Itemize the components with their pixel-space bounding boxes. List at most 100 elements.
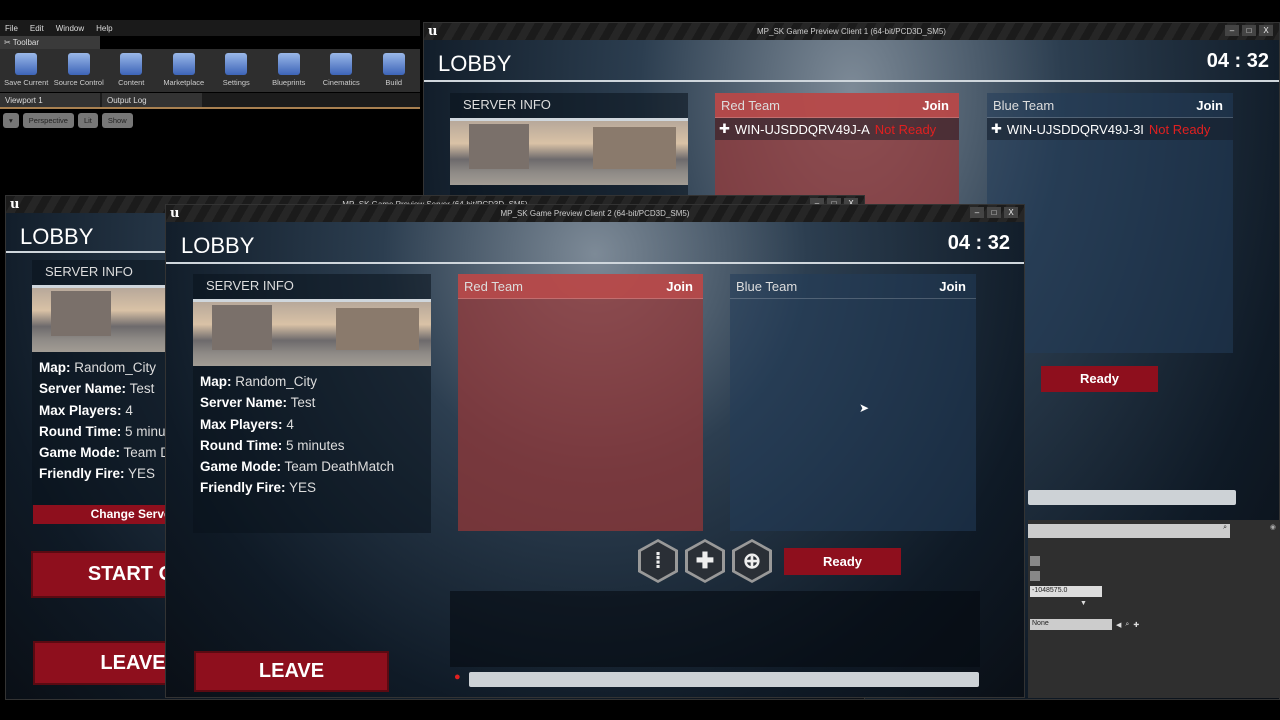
info-value: Team DeathMatch <box>284 459 395 475</box>
cinematics-icon <box>330 53 353 75</box>
lobby-title: LOBBY <box>20 224 94 249</box>
viewport-options-dropdown[interactable]: ▾ <box>3 113 19 128</box>
asset-dropdown[interactable]: None <box>1030 619 1112 630</box>
info-value: 5 minu <box>125 423 166 439</box>
lobby-title: LOBBY <box>438 51 512 76</box>
save-current-button[interactable]: Save Current <box>0 49 53 92</box>
blue-join-button[interactable]: Join <box>1196 98 1223 113</box>
viewport-tabs: Viewport 1 Output Log <box>0 93 420 109</box>
tab-viewport-1[interactable]: Viewport 1 <box>0 93 100 107</box>
editor-toolbar: Save Current Source Control Content Mark… <box>0 49 420 92</box>
menu-file[interactable]: File <box>5 24 18 33</box>
blue-team-panel: Blue Team Join <box>730 274 976 531</box>
info-key: Server Name: <box>200 395 288 411</box>
red-team-panel: Red Team Join <box>458 274 703 531</box>
close-button[interactable]: X <box>1004 207 1018 218</box>
server-info-heading: SERVER INFO <box>193 274 431 302</box>
status-badge: Not Ready <box>1148 121 1211 137</box>
ready-button[interactable]: Ready <box>784 548 901 575</box>
lobby-title: LOBBY <box>181 233 255 258</box>
label: Settings <box>222 78 250 87</box>
leave-button[interactable]: LEAVE <box>194 651 389 692</box>
lit-button[interactable]: Lit <box>77 113 98 128</box>
window-title: MP_SK Game Preview Client 1 (64-bit/PCD3… <box>757 27 946 36</box>
red-team-label: Red Team <box>721 97 781 113</box>
marketplace-icon <box>172 53 195 75</box>
details-search-input[interactable]: ⌕ <box>1028 524 1230 538</box>
menu-window[interactable]: Window <box>56 24 84 33</box>
label: Build <box>385 78 403 87</box>
eye-icon[interactable]: ◉ <box>1270 523 1276 531</box>
info-value: Test <box>290 395 316 411</box>
checkbox[interactable] <box>1030 556 1040 566</box>
info-key: Server Name: <box>39 381 127 397</box>
cinematics-button[interactable]: Cinematics <box>315 49 368 92</box>
blue-join-button[interactable]: Join <box>939 279 966 294</box>
source-control-icon <box>67 53 90 75</box>
checkbox[interactable] <box>1030 571 1040 581</box>
menu-edit[interactable]: Edit <box>30 24 44 33</box>
timer: 04 : 32 <box>947 232 1010 254</box>
expand-arrow-icon[interactable]: ▼ <box>1080 600 1280 607</box>
wrench-icon: ✂ <box>4 38 13 47</box>
red-join-button[interactable]: Join <box>922 98 949 113</box>
status-badge: Not Ready <box>874 121 937 137</box>
label: Save Current <box>4 78 49 87</box>
content-button[interactable]: Content <box>105 49 158 92</box>
blueprints-button[interactable]: Blueprints <box>263 49 316 92</box>
timer: 04 : 32 <box>1206 50 1269 72</box>
unreal-logo-icon: u <box>10 197 20 212</box>
medic-cross-icon[interactable]: ✚ <box>685 539 725 583</box>
info-value: Test <box>129 381 155 397</box>
close-button[interactable]: X <box>1259 25 1273 36</box>
info-key: Round Time: <box>200 437 283 453</box>
search-icon[interactable]: ⌕ <box>1125 621 1129 629</box>
settings-button[interactable]: Settings <box>210 49 263 92</box>
unreal-logo-icon: u <box>170 206 180 221</box>
info-key: Max Players: <box>200 416 283 432</box>
chat-input[interactable] <box>469 672 979 687</box>
medic-cross-icon: ✚ <box>991 121 1002 136</box>
map-preview-image <box>450 121 688 185</box>
maximize-button[interactable]: □ <box>987 207 1001 218</box>
red-team-label: Red Team <box>464 278 524 294</box>
menu-help[interactable]: Help <box>96 24 112 33</box>
server-info-list: Map: Random_City Server Name: Test Max P… <box>193 366 431 504</box>
perspective-button[interactable]: Perspective <box>22 113 74 128</box>
value-field[interactable]: -1048575.0 <box>1030 586 1102 597</box>
info-value: Team D <box>123 445 171 461</box>
ammo-icon[interactable]: ⁞ <box>638 539 678 583</box>
source-control-button[interactable]: Source Control <box>53 49 106 92</box>
build-icon <box>382 53 405 75</box>
info-key: Friendly Fire: <box>39 466 125 482</box>
divider <box>424 80 1279 82</box>
show-button[interactable]: Show <box>101 113 133 128</box>
player-name: WIN-UJSDDQRV49J-A <box>734 121 870 137</box>
window-title: MP_SK Game Preview Client 2 (64-bit/PCD3… <box>500 209 690 218</box>
tab-output-log[interactable]: Output Log <box>102 93 202 107</box>
viewport-buttons: ▾ Perspective Lit Show <box>0 113 133 128</box>
minimize-button[interactable]: – <box>970 207 984 218</box>
search-icon: ⌕ <box>1223 524 1227 531</box>
crosshair-icon[interactable]: ⊕ <box>732 539 772 583</box>
settings-icon <box>225 53 248 75</box>
chat-input[interactable] <box>1028 490 1236 505</box>
info-key: Game Mode: <box>39 445 121 461</box>
minimize-button[interactable]: – <box>1225 25 1239 36</box>
chat-log <box>450 591 980 667</box>
ready-button[interactable]: Ready <box>1041 366 1158 392</box>
blue-team-label: Blue Team <box>736 278 798 294</box>
toolbar-tab-label: Toolbar <box>12 38 40 47</box>
label: Content <box>118 78 145 87</box>
toolbar-tab[interactable]: ✂ Toolbar <box>0 36 100 49</box>
build-button[interactable]: Build <box>368 49 421 92</box>
maximize-button[interactable]: □ <box>1242 25 1256 36</box>
plus-icon[interactable]: ✚ <box>1133 621 1139 629</box>
arrow-left-icon[interactable]: ◀ <box>1116 621 1121 629</box>
info-key: Friendly Fire: <box>200 480 286 496</box>
label: Marketplace <box>163 78 205 87</box>
info-value: YES <box>289 480 317 496</box>
info-key: Map: <box>39 360 71 375</box>
marketplace-button[interactable]: Marketplace <box>158 49 211 92</box>
red-join-button[interactable]: Join <box>666 279 693 294</box>
